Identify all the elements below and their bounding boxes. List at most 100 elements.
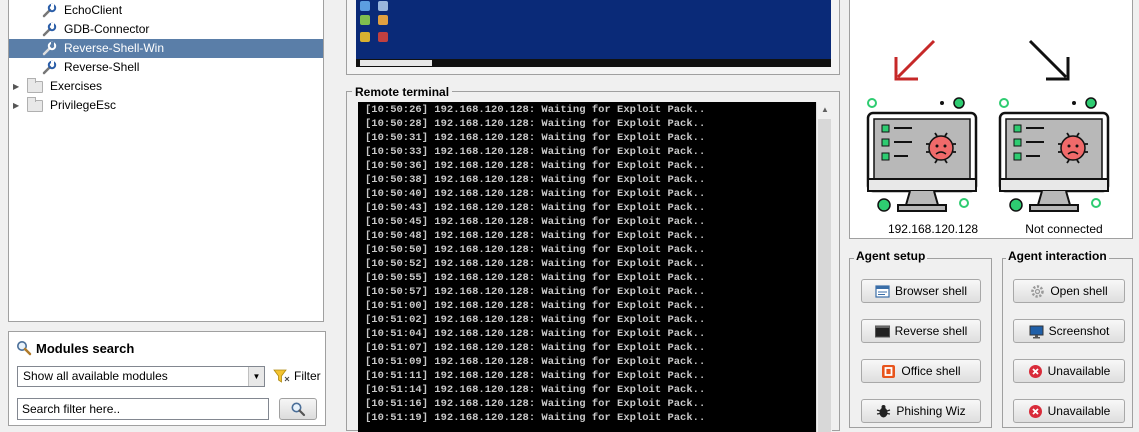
modules-filter-dropdown[interactable]: Show all available modules ▼: [17, 366, 265, 387]
button-label: Unavailable: [1047, 404, 1111, 418]
monitor-icon: [1029, 324, 1044, 339]
browser-shell-button[interactable]: Browser shell: [861, 279, 981, 303]
expand-arrow-icon[interactable]: ▶: [13, 96, 23, 115]
error-icon: [1028, 404, 1043, 419]
remote-desktop-screenshot: [356, 0, 831, 67]
tree-item-gdb-connector[interactable]: GDB-Connector: [41, 20, 152, 39]
magnifier-icon: [17, 341, 32, 356]
remote-terminal-title: Remote terminal: [352, 85, 453, 99]
tree-item-reverse-shell[interactable]: Reverse-Shell: [41, 58, 142, 77]
reverse-shell-button[interactable]: Reverse shell: [861, 319, 981, 343]
wrench-icon: [42, 41, 57, 55]
remote-terminal-group: [10:50:26] 192.168.120.128: Waiting for …: [346, 91, 840, 432]
terminal-icon: [874, 324, 890, 339]
terminal-line: [10:51:09] 192.168.120.128: Waiting for …: [365, 356, 706, 368]
arrow-down-right-icon: [1028, 39, 1070, 81]
terminal-line: [10:50:57] 192.168.120.128: Waiting for …: [365, 286, 706, 298]
terminal-line: [10:50:38] 192.168.120.128: Waiting for …: [365, 174, 706, 186]
tree-item-label: GDB-Connector: [64, 22, 150, 36]
terminal-line: [10:50:26] 192.168.120.128: Waiting for …: [365, 104, 706, 116]
button-label: Unavailable: [1047, 364, 1111, 378]
terminal-line: [10:50:31] 192.168.120.128: Waiting for …: [365, 132, 706, 144]
button-label: Browser shell: [894, 284, 968, 298]
modules-search-title: Modules search: [16, 340, 134, 356]
terminal-line: [10:50:28] 192.168.120.128: Waiting for …: [365, 118, 706, 130]
terminal-line: [10:50:45] 192.168.120.128: Waiting for …: [365, 216, 706, 228]
terminal-line: [10:50:50] 192.168.120.128: Waiting for …: [365, 244, 706, 256]
wrench-icon: [42, 22, 57, 36]
terminal-line: [10:50:43] 192.168.120.128: Waiting for …: [365, 202, 706, 214]
button-label: Office shell: [901, 364, 961, 378]
agent-caption-right: Not connected: [1025, 222, 1103, 236]
terminal-line: [10:51:04] 192.168.120.128: Waiting for …: [365, 328, 706, 340]
terminal-line: [10:50:33] 192.168.120.128: Waiting for …: [365, 146, 706, 158]
tree-item-label: Reverse-Shell-Win: [64, 41, 165, 55]
gear-icon: [1030, 284, 1045, 299]
unavailable-button-2[interactable]: Unavailable: [1013, 399, 1125, 423]
folder-icon: [27, 77, 43, 93]
bug-icon: [876, 404, 891, 419]
search-icon: [291, 402, 306, 417]
error-icon: [1028, 364, 1043, 379]
wrench-icon: [42, 60, 57, 74]
tree-item-exercises[interactable]: ▶ Exercises: [13, 77, 105, 96]
button-label: Screenshot: [1048, 324, 1110, 338]
search-button[interactable]: [279, 398, 317, 420]
browser-icon: [875, 284, 890, 299]
expand-arrow-icon[interactable]: ▶: [13, 77, 23, 96]
dropdown-value: Show all available modules: [23, 369, 168, 383]
terminal-line: [10:51:02] 192.168.120.128: Waiting for …: [365, 314, 706, 326]
agent-caption-left: 192.168.120.128: [887, 222, 979, 236]
filter-button[interactable]: Filter: [273, 368, 321, 384]
terminal-line: [10:51:11] 192.168.120.128: Waiting for …: [365, 370, 706, 382]
terminal-line: [10:50:40] 192.168.120.128: Waiting for …: [365, 188, 706, 200]
infected-computer-icon: [866, 97, 978, 212]
tree-item-echoclient[interactable]: EchoClient: [41, 1, 125, 20]
modules-search-panel: Modules search Show all available module…: [8, 331, 326, 426]
scroll-up-icon[interactable]: ▲: [817, 102, 833, 118]
terminal-scrollbar[interactable]: ▲: [816, 102, 832, 432]
terminal-line: [10:51:19] 192.168.120.128: Waiting for …: [365, 412, 706, 424]
phishing-wiz-button[interactable]: Phishing Wiz: [861, 399, 981, 423]
chevron-down-icon[interactable]: ▼: [248, 367, 264, 386]
screenshot-button[interactable]: Screenshot: [1013, 319, 1125, 343]
agent-setup-group: Browser shell Reverse shell Office shell…: [849, 258, 992, 428]
open-shell-button[interactable]: Open shell: [1013, 279, 1125, 303]
funnel-icon: [273, 369, 290, 383]
agent-interaction-group: Open shell Screenshot Unavailable Unavai…: [1002, 258, 1133, 428]
scrollbar-thumb[interactable]: [818, 119, 831, 432]
button-label: Reverse shell: [894, 324, 968, 338]
module-tree[interactable]: EchoClient GDB-Connector Reverse-Shell-W…: [8, 0, 324, 322]
button-label: Open shell: [1050, 284, 1108, 298]
search-filter-input[interactable]: Search filter here..: [17, 398, 269, 420]
terminal-output[interactable]: [10:50:26] 192.168.120.128: Waiting for …: [358, 102, 816, 432]
button-label: Phishing Wiz: [896, 404, 966, 418]
tree-item-label: PrivilegeEsc: [50, 98, 117, 112]
desktop-preview-panel: [346, 0, 840, 75]
office-icon: [881, 364, 896, 379]
agent-setup-title: Agent setup: [854, 249, 928, 263]
unavailable-button-1[interactable]: Unavailable: [1013, 359, 1125, 383]
terminal-line: [10:51:16] 192.168.120.128: Waiting for …: [365, 398, 706, 410]
terminal-line: [10:51:07] 192.168.120.128: Waiting for …: [365, 342, 706, 354]
tree-item-label: Exercises: [50, 79, 103, 93]
agent-interaction-title: Agent interaction: [1006, 249, 1109, 263]
tree-item-privilegeesc[interactable]: ▶ PrivilegeEsc: [13, 96, 119, 115]
terminal-line: [10:51:00] 192.168.120.128: Waiting for …: [365, 300, 706, 312]
terminal-line: [10:50:52] 192.168.120.128: Waiting for …: [365, 258, 706, 270]
tree-item-reverse-shell-win[interactable]: Reverse-Shell-Win: [9, 39, 323, 58]
wrench-icon: [42, 3, 57, 17]
terminal-lines: [10:50:26] 192.168.120.128: Waiting for …: [365, 103, 705, 425]
terminal-line: [10:50:48] 192.168.120.128: Waiting for …: [365, 230, 706, 242]
folder-icon: [27, 96, 43, 112]
tree-item-label: EchoClient: [64, 3, 123, 17]
filter-label: Filter: [294, 369, 321, 383]
arrow-down-left-icon: [894, 39, 936, 81]
agents-diagram: 192.168.120.128 Not connected: [849, 0, 1133, 239]
disconnected-computer-icon: [998, 97, 1110, 212]
terminal-line: [10:50:55] 192.168.120.128: Waiting for …: [365, 272, 706, 284]
search-placeholder: Search filter here..: [22, 402, 121, 416]
terminal-line: [10:51:14] 192.168.120.128: Waiting for …: [365, 384, 706, 396]
modules-search-title-text: Modules search: [36, 340, 135, 356]
office-shell-button[interactable]: Office shell: [861, 359, 981, 383]
